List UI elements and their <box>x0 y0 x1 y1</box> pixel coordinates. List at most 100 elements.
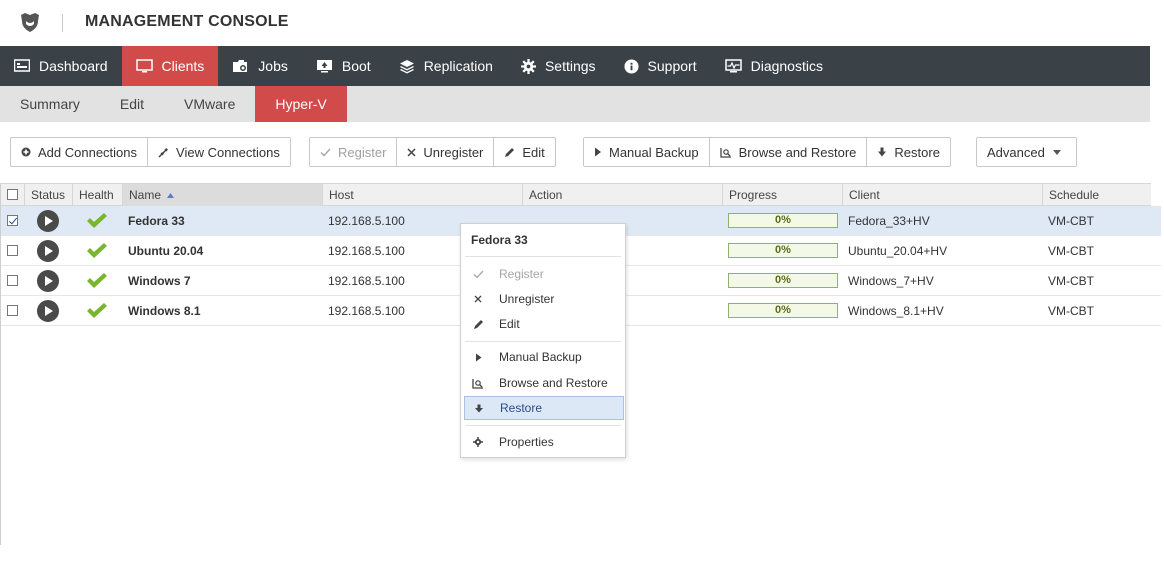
row-client: Fedora_33+HV <box>848 214 930 228</box>
restore-label: Restore <box>894 144 940 160</box>
menu-item-restore[interactable]: Restore <box>464 396 624 420</box>
health-check-icon <box>87 303 107 318</box>
restore-arrow-icon <box>878 147 887 157</box>
view-connections-button[interactable]: View Connections <box>148 138 290 166</box>
nav-diagnostics[interactable]: Diagnostics <box>711 46 837 86</box>
menu-divider <box>465 256 621 257</box>
column-status[interactable]: Status <box>25 184 73 206</box>
column-client[interactable]: Client <box>843 184 1043 206</box>
tab-vmware[interactable]: VMware <box>164 86 255 122</box>
row-checkbox[interactable] <box>7 305 18 316</box>
backup-group: Manual Backup Browse and Restore Restore <box>583 137 951 167</box>
row-client: Windows_8.1+HV <box>848 304 944 318</box>
menu-item-manual-backup[interactable]: Manual Backup <box>464 345 624 369</box>
column-name[interactable]: Name <box>123 184 323 206</box>
select-all-cell <box>1 184 25 206</box>
browse-restore-button[interactable]: Browse and Restore <box>710 138 868 166</box>
registration-group: Register Unregister Edit <box>309 137 556 167</box>
logo-icon <box>18 12 42 34</box>
unregister-label: Unregister <box>423 144 484 160</box>
menu-item-properties[interactable]: Properties <box>464 430 624 454</box>
menu-item-unregister-label: Unregister <box>499 292 555 306</box>
gear-icon <box>472 436 484 448</box>
menu-item-browse-restore[interactable]: Browse and Restore <box>464 371 624 395</box>
menu-item-properties-label: Properties <box>499 435 554 449</box>
jobs-icon <box>233 59 248 72</box>
manual-backup-button[interactable]: Manual Backup <box>584 138 710 166</box>
menu-item-register-label: Register <box>499 267 544 281</box>
layers-icon <box>399 59 414 73</box>
nav-boot-label: Boot <box>341 58 371 74</box>
nav-jobs[interactable]: Jobs <box>218 46 302 86</box>
column-host[interactable]: Host <box>323 184 523 206</box>
row-name: Windows 7 <box>128 274 191 288</box>
app-title: MANAGEMENT CONSOLE <box>85 13 289 30</box>
status-play-icon[interactable] <box>37 270 59 292</box>
menu-item-edit[interactable]: Edit <box>464 312 624 336</box>
column-schedule[interactable]: Schedule <box>1043 184 1151 206</box>
register-button[interactable]: Register <box>310 138 398 166</box>
dashboard-icon <box>14 59 30 72</box>
unregister-button[interactable]: Unregister <box>397 138 495 166</box>
sub-nav: Summary Edit VMware Hyper-V <box>0 86 1150 122</box>
tab-edit[interactable]: Edit <box>100 86 164 122</box>
restore-arrow-icon <box>473 402 485 414</box>
diagnostics-icon <box>724 58 742 72</box>
nav-boot[interactable]: Boot <box>302 46 385 86</box>
edit-label: Edit <box>522 144 545 160</box>
close-icon <box>407 147 416 157</box>
nav-settings[interactable]: Settings <box>507 46 610 86</box>
connections-group: Add Connections View Connections <box>10 137 291 167</box>
nav-dashboard-label: Dashboard <box>39 58 108 74</box>
advanced-label: Advanced <box>987 144 1045 160</box>
menu-item-manual-backup-label: Manual Backup <box>499 350 582 364</box>
row-client: Ubuntu_20.04+HV <box>848 244 948 258</box>
add-connections-button[interactable]: Add Connections <box>11 138 149 166</box>
tab-summary[interactable]: Summary <box>0 86 100 122</box>
close-icon <box>472 293 484 305</box>
menu-item-unregister[interactable]: Unregister <box>464 287 624 311</box>
view-connections-label: View Connections <box>176 144 280 160</box>
manual-backup-label: Manual Backup <box>609 144 699 160</box>
check-icon <box>472 268 484 280</box>
row-checkbox[interactable] <box>7 245 18 256</box>
sort-ascending-icon <box>167 193 175 199</box>
status-play-icon[interactable] <box>37 240 59 262</box>
nav-clients[interactable]: Clients <box>121 46 219 86</box>
health-check-icon <box>87 273 107 288</box>
status-play-icon[interactable] <box>37 210 59 232</box>
row-schedule: VM-CBT <box>1048 244 1094 258</box>
play-icon <box>595 147 601 157</box>
context-menu-title: Fedora 33 <box>471 233 528 247</box>
chevron-down-icon <box>1052 149 1061 155</box>
nav-settings-label: Settings <box>544 58 596 74</box>
plus-circle-icon <box>21 147 31 157</box>
column-action[interactable]: Action <box>523 184 723 206</box>
tab-hyper-v[interactable]: Hyper-V <box>255 86 347 122</box>
app-window: MANAGEMENT CONSOLE Dashboard Clients Job… <box>0 0 1164 563</box>
table-header: Status Health Name Host Action Progress … <box>1 183 1151 206</box>
nav-jobs-label: Jobs <box>258 58 288 74</box>
gear-icon <box>520 58 536 74</box>
status-play-icon[interactable] <box>37 300 59 322</box>
nav-replication[interactable]: Replication <box>385 46 507 86</box>
advanced-dropdown-button[interactable]: Advanced <box>977 138 1076 166</box>
row-progress-bar: 0% <box>728 213 838 228</box>
health-check-icon <box>87 213 107 228</box>
edit-button[interactable]: Edit <box>494 138 554 166</box>
header-divider <box>62 14 63 32</box>
row-schedule: VM-CBT <box>1048 304 1094 318</box>
header: MANAGEMENT CONSOLE <box>0 0 1164 46</box>
restore-button[interactable]: Restore <box>867 138 950 166</box>
column-health[interactable]: Health <box>73 184 123 206</box>
nav-support[interactable]: Support <box>610 46 711 86</box>
row-checkbox[interactable] <box>7 275 18 286</box>
menu-item-register[interactable]: Register <box>464 262 624 286</box>
row-name: Windows 8.1 <box>128 304 201 318</box>
menu-divider <box>465 425 621 426</box>
select-all-checkbox[interactable] <box>7 189 18 200</box>
row-checkbox[interactable] <box>7 215 18 226</box>
nav-dashboard[interactable]: Dashboard <box>0 46 122 86</box>
row-host: 192.168.5.100 <box>328 244 405 258</box>
column-progress[interactable]: Progress <box>723 184 843 206</box>
